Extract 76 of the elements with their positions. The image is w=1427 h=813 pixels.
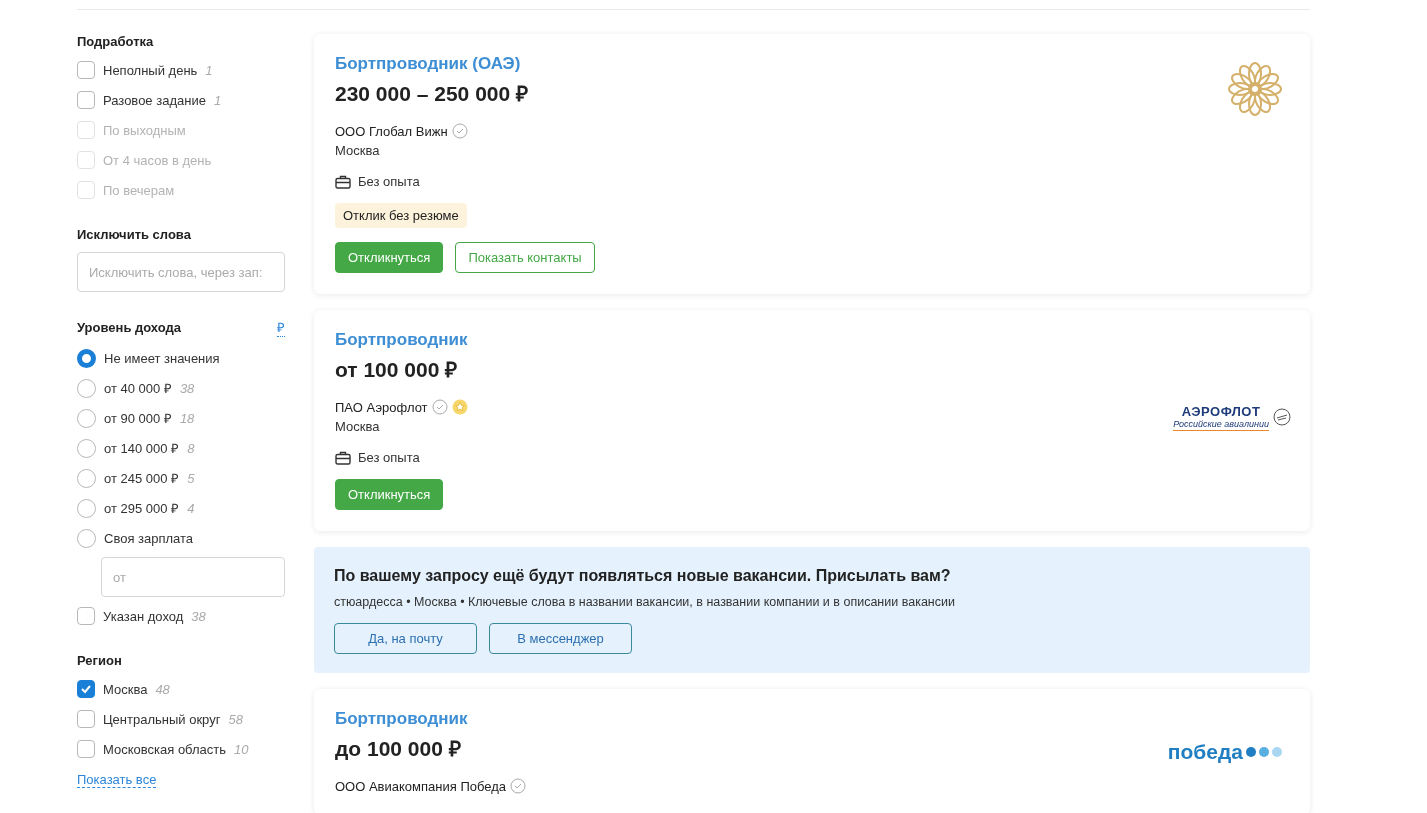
option-label: от 245 000 ₽: [104, 470, 180, 487]
respond-button[interactable]: Откликнуться: [335, 242, 444, 273]
city: Москва: [335, 143, 381, 158]
company-name: ООО Авиакомпания Победа: [335, 778, 506, 794]
company-name: ООО Глобал Вижн: [335, 123, 448, 139]
option-label: Московская область: [103, 741, 227, 757]
currency-toggle[interactable]: ₽: [277, 318, 285, 337]
radio-button[interactable]: [77, 378, 96, 398]
option-label: От 4 часов в день: [103, 152, 212, 168]
company-name: ПАО Аэрофлот: [335, 399, 428, 415]
globe-icon: [1273, 408, 1291, 426]
radio-button[interactable]: [77, 348, 96, 368]
vacancy-title[interactable]: Бортпроводник: [335, 709, 526, 729]
vacancy-title[interactable]: Бортпроводник: [335, 330, 468, 350]
option-count: 48: [155, 681, 170, 697]
option-count: 1: [205, 62, 213, 78]
checkbox[interactable]: [77, 740, 95, 758]
salary: 230 000 – 250 000 ₽: [335, 81, 529, 107]
option-count: 4: [187, 500, 195, 516]
banner-title: По вашему запросу ещё будут появляться новые вакансии. Присылать вам?: [334, 567, 952, 585]
option-count: 8: [187, 440, 195, 456]
radio-button[interactable]: [77, 498, 96, 518]
option-label: от 40 000 ₽: [104, 380, 172, 397]
option-label: от 140 000 ₽: [104, 440, 180, 457]
option-label: Указан доход: [103, 608, 184, 624]
contacts-button[interactable]: Показать контакты: [455, 242, 595, 273]
filter-title: Регион: [77, 653, 122, 668]
option-count: 18: [179, 410, 195, 426]
briefcase-icon: [335, 174, 351, 189]
filter-title: Подработка: [77, 34, 154, 49]
emblem-logo-icon: [1227, 61, 1283, 117]
experience: Без опыта: [358, 450, 420, 465]
radio-button[interactable]: [77, 468, 96, 488]
no-resume-tag: Отклик без резюме: [335, 203, 467, 228]
option-count: 5: [187, 470, 195, 486]
show-all-link[interactable]: Показать все: [77, 772, 157, 788]
salary: от 100 000 ₽: [335, 357, 459, 383]
vacancy-title[interactable]: Бортпроводник (ОАЭ): [335, 54, 595, 74]
checkbox[interactable]: [77, 91, 95, 109]
option-label: Москва: [103, 681, 148, 697]
checkbox[interactable]: [77, 61, 95, 79]
option-label: По вечерам: [103, 182, 175, 198]
subscribe-button[interactable]: В мессенджер: [489, 623, 632, 654]
subscribe-button[interactable]: Да, на почту: [334, 623, 477, 654]
option-count: 10: [234, 741, 249, 757]
radio-button[interactable]: [77, 408, 96, 428]
airline-logo: победа: [1167, 709, 1284, 794]
option-count: 1: [213, 92, 222, 108]
option-label: от 295 000 ₽: [104, 500, 180, 517]
option-count: 38: [179, 380, 195, 396]
option-label: Неполный день: [103, 62, 198, 78]
option-label: Своя зарплата: [104, 530, 194, 546]
radio-button[interactable]: [77, 528, 96, 548]
option-label: Центральный округ: [103, 711, 221, 727]
query-summary: стюардесса • Москва • Ключевые слова в названии вакансии, в названии компании и в описании вакансии: [334, 595, 956, 609]
city: Москва: [335, 419, 381, 434]
salary: до 100 000 ₽: [335, 736, 462, 762]
checkbox[interactable]: [77, 710, 95, 728]
option-label: Не имеет значения: [104, 350, 220, 366]
briefcase-icon: [335, 450, 351, 465]
checkbox[interactable]: [77, 680, 95, 698]
exclude-words-field[interactable]: Исключить слова, через зап:: [77, 252, 285, 292]
checkbox[interactable]: [77, 607, 95, 625]
radio-button[interactable]: [77, 438, 96, 458]
option-count: 58: [228, 711, 243, 727]
option-label: По выходным: [103, 122, 186, 138]
airline-logo: АЭРОФЛОТ Российские авиалинии: [1173, 324, 1291, 510]
respond-button[interactable]: Откликнуться: [335, 479, 444, 510]
experience: Без опыта: [358, 174, 420, 189]
filter-title: Исключить слова: [77, 227, 191, 242]
salary-field[interactable]: от: [101, 557, 285, 597]
filter-title: Уровень дохода: [77, 320, 181, 335]
option-count: 38: [191, 608, 206, 624]
check-icon: [80, 683, 92, 695]
option-label: от 90 000 ₽: [104, 410, 172, 427]
option-label: Разовое задание: [103, 92, 206, 108]
